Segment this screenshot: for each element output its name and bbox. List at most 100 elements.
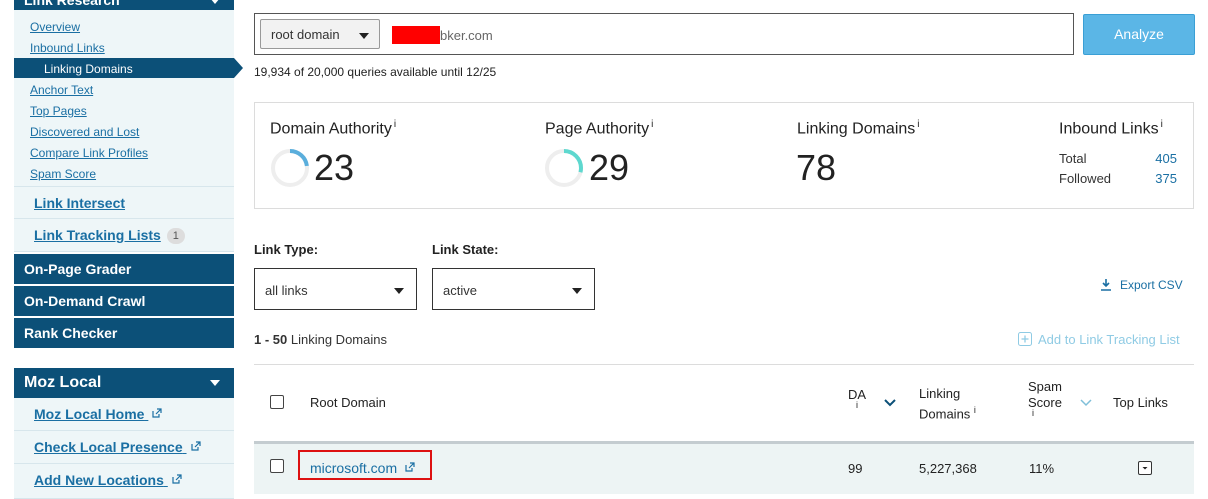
link-type-select[interactable]: all links	[254, 268, 417, 310]
export-csv-button[interactable]: Export CSV	[1100, 278, 1183, 292]
inbound-total-label: Total	[1059, 151, 1087, 166]
link-state-value: active	[443, 283, 477, 298]
plus-box-icon	[1018, 332, 1032, 346]
table-top-border	[254, 364, 1194, 365]
sidebar-item-spam-score[interactable]: Spam Score	[30, 167, 96, 181]
count-badge: 1	[166, 228, 185, 244]
export-csv-label: Export CSV	[1120, 278, 1183, 292]
info-icon[interactable]: i	[1032, 408, 1034, 418]
domain-authority-ring	[271, 149, 309, 187]
on-demand-crawl-label: On-Demand Crawl	[24, 293, 146, 309]
add-new-locations-text: Add New Locations	[34, 472, 164, 488]
search-query-text: bker.com	[440, 28, 493, 43]
query-quota: 19,934 of 20,000 queries available until…	[254, 65, 497, 79]
chevron-down-icon[interactable]	[1080, 399, 1092, 407]
add-new-locations-link[interactable]: Add New Locations	[34, 472, 182, 488]
spam-header-line1: Spam	[1028, 379, 1062, 394]
moz-local-home-link[interactable]: Moz Local Home	[34, 406, 162, 422]
sidebar-item-link-intersect[interactable]: Link Intersect	[14, 186, 234, 219]
page-authority-text: Page Authority	[545, 120, 650, 138]
spam-score-cell: 11%	[1029, 461, 1055, 476]
chevron-down-icon	[359, 33, 369, 39]
check-local-presence-link[interactable]: Check Local Presence	[34, 439, 201, 455]
inbound-followed-value[interactable]: 375	[1137, 171, 1177, 186]
sidebar-item-on-page-grader[interactable]: On-Page Grader	[14, 254, 234, 284]
page-authority-value: 29	[589, 147, 630, 188]
sidebar-item-anchor-text[interactable]: Anchor Text	[30, 83, 93, 97]
link-type-value: all links	[265, 283, 308, 298]
link-state-label: Link State:	[432, 242, 499, 257]
sidebar-item-link-intersect-label[interactable]: Link Intersect	[34, 195, 125, 211]
sidebar-header-label: Link Research	[24, 0, 120, 8]
active-indicator-arrow	[234, 58, 243, 78]
sidebar-item-discovered-lost[interactable]: Discovered and Lost	[30, 125, 139, 139]
scope-select[interactable]: root domain	[260, 19, 380, 49]
info-icon[interactable]: i	[1161, 119, 1163, 130]
da-cell: 99	[848, 461, 863, 476]
sidebar-item-check-local-presence[interactable]: Check Local Presence	[14, 431, 234, 464]
linking-domains-value: 78	[796, 147, 837, 188]
linking-header-line1: Linking	[919, 386, 961, 401]
info-icon[interactable]: i	[394, 119, 396, 130]
sidebar-item-compare-link-profiles[interactable]: Compare Link Profiles	[30, 146, 148, 160]
chevron-down-icon	[572, 288, 582, 294]
sort-descending-icon[interactable]	[884, 399, 896, 407]
sidebar-item-link-tracking-lists-label[interactable]: Link Tracking Lists 1	[34, 227, 185, 244]
linking-header-line2: Domains	[919, 406, 971, 422]
sidebar-item-add-new-locations[interactable]: Add New Locations	[14, 464, 234, 499]
domain-authority-label: Domain Authority i	[270, 119, 396, 138]
domain-authority-text: Domain Authority	[270, 120, 392, 138]
check-local-presence-text: Check Local Presence	[34, 439, 183, 455]
linking-domains-text: Linking Domains	[797, 120, 916, 138]
column-header-linking-domains[interactable]: Linking Domains i	[919, 386, 976, 422]
link-type-label: Link Type:	[254, 242, 319, 257]
info-icon[interactable]: i	[651, 119, 653, 130]
sidebar-header-link-research[interactable]: Link Research	[14, 0, 234, 10]
inbound-total-value[interactable]: 405	[1137, 151, 1177, 166]
inbound-links-text: Inbound Links	[1059, 120, 1159, 138]
redaction-mark	[392, 26, 440, 44]
inbound-links-label: Inbound Links i	[1059, 119, 1163, 138]
results-range-count: 1 - 50	[254, 332, 288, 347]
sidebar-item-inbound-links[interactable]: Inbound Links	[30, 41, 105, 55]
sidebar-item-linking-domains-label: Linking Domains	[44, 62, 133, 76]
sidebar-header-moz-local[interactable]: Moz Local	[14, 368, 234, 398]
download-icon	[1101, 279, 1111, 291]
sidebar-item-link-tracking-lists[interactable]: Link Tracking Lists 1	[14, 219, 234, 252]
moz-local-label: Moz Local	[24, 374, 102, 391]
page-authority-ring	[545, 149, 583, 187]
domain-authority-value: 23	[314, 147, 355, 188]
caret-down-icon	[1142, 467, 1148, 470]
select-all-checkbox[interactable]	[270, 395, 284, 409]
column-header-root-domain[interactable]: Root Domain	[310, 395, 386, 411]
info-icon[interactable]: i	[974, 405, 976, 415]
sidebar-item-top-pages[interactable]: Top Pages	[30, 104, 87, 118]
column-header-spam-score[interactable]: Spam Score i	[1028, 379, 1062, 431]
row-checkbox[interactable]	[270, 459, 284, 473]
link-state-select[interactable]: active	[432, 268, 595, 310]
sidebar-item-moz-local-home[interactable]: Moz Local Home	[14, 398, 234, 431]
analyze-button[interactable]: Analyze	[1083, 14, 1195, 55]
column-header-da[interactable]: DA i	[848, 387, 866, 423]
chevron-down-icon	[210, 380, 220, 386]
external-link-icon	[152, 408, 162, 418]
results-range: 1 - 50 Linking Domains	[254, 332, 387, 347]
on-page-grader-label: On-Page Grader	[24, 261, 132, 277]
column-header-top-links: Top Links	[1113, 395, 1168, 410]
info-icon[interactable]: i	[856, 400, 858, 410]
expand-top-links-button[interactable]	[1138, 461, 1152, 475]
link-tracking-lists-text: Link Tracking Lists	[34, 227, 161, 243]
page-authority-label: Page Authority i	[545, 119, 653, 138]
add-to-tracking-list-button[interactable]: Add to Link Tracking List	[1018, 332, 1180, 347]
linking-domains-cell: 5,227,368	[919, 461, 977, 476]
linking-domains-label: Linking Domains i	[797, 119, 920, 138]
results-range-label: Linking Domains	[290, 332, 387, 347]
chevron-down-icon	[394, 288, 404, 294]
sidebar-item-overview[interactable]: Overview	[30, 20, 80, 34]
highlight-annotation	[298, 450, 432, 480]
info-icon[interactable]: i	[917, 119, 919, 130]
sidebar-item-rank-checker[interactable]: Rank Checker	[14, 318, 234, 348]
add-to-tracking-list-label: Add to Link Tracking List	[1038, 332, 1180, 347]
sidebar-item-on-demand-crawl[interactable]: On-Demand Crawl	[14, 286, 234, 316]
inbound-followed-label: Followed	[1059, 171, 1112, 186]
